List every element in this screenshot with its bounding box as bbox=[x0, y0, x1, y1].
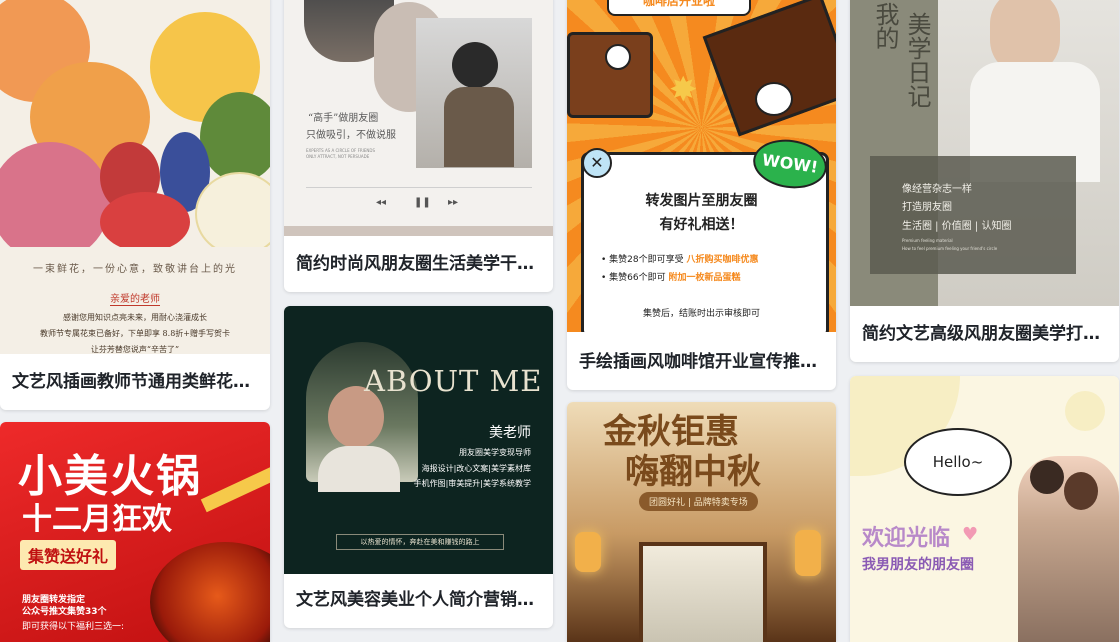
previous-icon: ◂◂ bbox=[376, 197, 387, 208]
lantern-right bbox=[795, 530, 821, 576]
next-icon: ▸▸ bbox=[448, 197, 459, 208]
card-title[interactable]: 手绘插画风咖啡馆开业宣传推… bbox=[579, 334, 824, 390]
poster-role: 朋友圈美学变现导师 bbox=[459, 448, 531, 457]
hotpot-image bbox=[150, 542, 270, 642]
template-card-fashion-lifestyle[interactable]: “高手”做朋友圈 只做吸引，不做说服 EXPERTS AS A CIRCLE O… bbox=[284, 0, 553, 292]
poster-line: 教师节专属花束已备好，下单即享 8.8折+赠手写贺卡 bbox=[40, 329, 230, 338]
lantern-left bbox=[575, 532, 601, 572]
heart-icon: ♥ bbox=[962, 524, 979, 545]
poster-thumbnail: 金秋钜惠 嗨翻中秋 团圆好礼 | 品牌特卖专场 bbox=[567, 402, 836, 642]
card-title[interactable]: 文艺风美容美业个人简介营销… bbox=[296, 572, 541, 628]
poster-headline-2: 嗨翻中秋 bbox=[625, 452, 761, 492]
coffee-cup-right bbox=[702, 0, 836, 137]
template-card-welcome-boyfriend[interactable]: Hello~ 欢迎光临 ♥ 我男朋友的朋友圈 bbox=[850, 376, 1119, 642]
poster-line: 感谢您用知识点亮未来，用耐心浇灌成长 bbox=[63, 313, 207, 322]
card-title[interactable]: 文艺风插画教师节通用类鲜花… bbox=[12, 354, 258, 410]
poster-thumbnail: 咖啡店开业啦 ✸ ✕ WOW! 转发图片至朋友圈 有好礼相送！ • 集赞28个即… bbox=[567, 0, 836, 332]
template-card-mid-autumn[interactable]: 金秋钜惠 嗨翻中秋 团圆好礼 | 品牌特卖专场 bbox=[567, 402, 836, 642]
poster-tagline: 一束鲜花，一份心意，致敬讲台上的光 bbox=[33, 264, 237, 275]
bullet-text: 集赞66个即可 bbox=[609, 273, 666, 283]
card-title[interactable]: 简约时尚风朋友圈生活美学干… bbox=[296, 236, 541, 292]
poster-heading: ABOUT ME bbox=[364, 364, 543, 398]
template-card-teacher-flowers[interactable]: 一束鲜花，一份心意，致敬讲台上的光 亲爱的老师 感谢您用知识点亮未来，用耐心浇灌… bbox=[0, 0, 270, 410]
bullet-highlight: 八折购买咖啡优惠 bbox=[686, 255, 759, 265]
poster-thumbnail: ABOUT ME 美老师 朋友圈美学变现导师 海报设计|改心文案|美学素材库 手… bbox=[284, 306, 553, 574]
bullet-text: 集赞28个即可享受 bbox=[609, 255, 684, 265]
poster-small-text: EXPERTS AS A CIRCLE OF FRIENDS bbox=[306, 148, 375, 153]
poster-line: 有好礼相送！ bbox=[659, 217, 744, 233]
landscape-painting bbox=[639, 542, 767, 642]
template-card-aesthetic-diary[interactable]: 我的 美学日记 像经营杂志一样 打造朋友圈 生活圈 | 价值圈 | 认知圈 Pr… bbox=[850, 0, 1119, 362]
poster-banner: 咖啡店开业啦 bbox=[607, 0, 751, 16]
poster-role: 手机作图|审美提升|美学系统教学 bbox=[413, 479, 531, 488]
poster-small-text: Premium feeling material bbox=[902, 238, 953, 243]
poster-role: 海报设计|改心文案|美学素材库 bbox=[421, 464, 531, 473]
template-card-hotpot[interactable]: 小美火锅 十二月狂欢 集赞送好礼 朋友圈转发指定 公众号推文集赞33个 即可获得… bbox=[0, 422, 270, 642]
poster-headline-2: 十二月狂欢 bbox=[22, 502, 172, 537]
poster-thumbnail: 小美火锅 十二月狂欢 集赞送好礼 朋友圈转发指定 公众号推文集赞33个 即可获得… bbox=[0, 422, 270, 642]
poster-salutation: 亲爱的老师 bbox=[110, 294, 160, 305]
poster-line: 公众号推文集赞33个 bbox=[22, 607, 107, 617]
poster-line: 像经营杂志一样 bbox=[902, 184, 972, 195]
close-icon: ✕ bbox=[582, 148, 612, 178]
poster-ribbon: 团圆好礼 | 品牌特卖专场 bbox=[639, 492, 758, 511]
poster-footer: 集赞后，结账时出示审核即可 bbox=[642, 309, 760, 319]
poster-line: 让芬芳替您说声“辛苦了” bbox=[90, 345, 180, 354]
poster-thumbnail: Hello~ 欢迎光临 ♥ 我男朋友的朋友圈 bbox=[850, 376, 1119, 642]
poster-line: 转发图片至朋友圈 bbox=[645, 193, 758, 209]
poster-line: 生活圈 | 价值圈 | 认知圈 bbox=[902, 221, 1012, 232]
poster-small-text: How to feel premium feeling your friend'… bbox=[902, 246, 998, 251]
poster-thumbnail: “高手”做朋友圈 只做吸引，不做说服 EXPERTS AS A CIRCLE O… bbox=[284, 0, 553, 236]
poster-quote: “高手”做朋友圈 bbox=[308, 113, 379, 124]
star-burst: ✸ bbox=[669, 70, 698, 110]
speech-bubble: Hello~ bbox=[904, 428, 1012, 496]
pause-icon: ❚❚ bbox=[414, 197, 431, 208]
poster-line: 即可获得以下福利三选一: bbox=[22, 622, 125, 632]
template-card-about-me[interactable]: ABOUT ME 美老师 朋友圈美学变现导师 海报设计|改心文案|美学素材库 手… bbox=[284, 306, 553, 628]
poster-vertical-text: 美学日记 bbox=[903, 12, 931, 108]
poster-quote: 只做吸引，不做说服 bbox=[306, 130, 396, 141]
poster-vertical-text: 我的 bbox=[871, 2, 899, 50]
poster-thumbnail: 一束鲜花，一份心意，致敬讲台上的光 亲爱的老师 感谢您用知识点亮未来，用耐心浇灌… bbox=[0, 0, 270, 354]
poster-small-text: ONLY ATTRACT, NOT PERSUADE bbox=[306, 154, 370, 159]
poster-name: 美老师 bbox=[489, 425, 531, 441]
poster-subheadline: 我男朋友的朋友圈 bbox=[862, 557, 974, 573]
card-title[interactable]: 简约文艺高级风朋友圈美学打… bbox=[862, 306, 1107, 362]
coffee-cup-left bbox=[567, 32, 653, 118]
template-card-coffee[interactable]: 咖啡店开业啦 ✸ ✕ WOW! 转发图片至朋友圈 有好礼相送！ • 集赞28个即… bbox=[567, 0, 836, 390]
bullet-highlight: 附加一枚新品蛋糕 bbox=[668, 273, 741, 283]
poster-badge: 集赞送好礼 bbox=[20, 540, 117, 570]
poster-slogan: 以热爱的情怀，奔赴在美和赚钱的路上 bbox=[336, 534, 504, 550]
poster-headline: 欢迎光临 bbox=[862, 526, 951, 551]
poster-line: 打造朋友圈 bbox=[902, 202, 952, 213]
poster-thumbnail: 我的 美学日记 像经营杂志一样 打造朋友圈 生活圈 | 价值圈 | 认知圈 Pr… bbox=[850, 0, 1119, 306]
